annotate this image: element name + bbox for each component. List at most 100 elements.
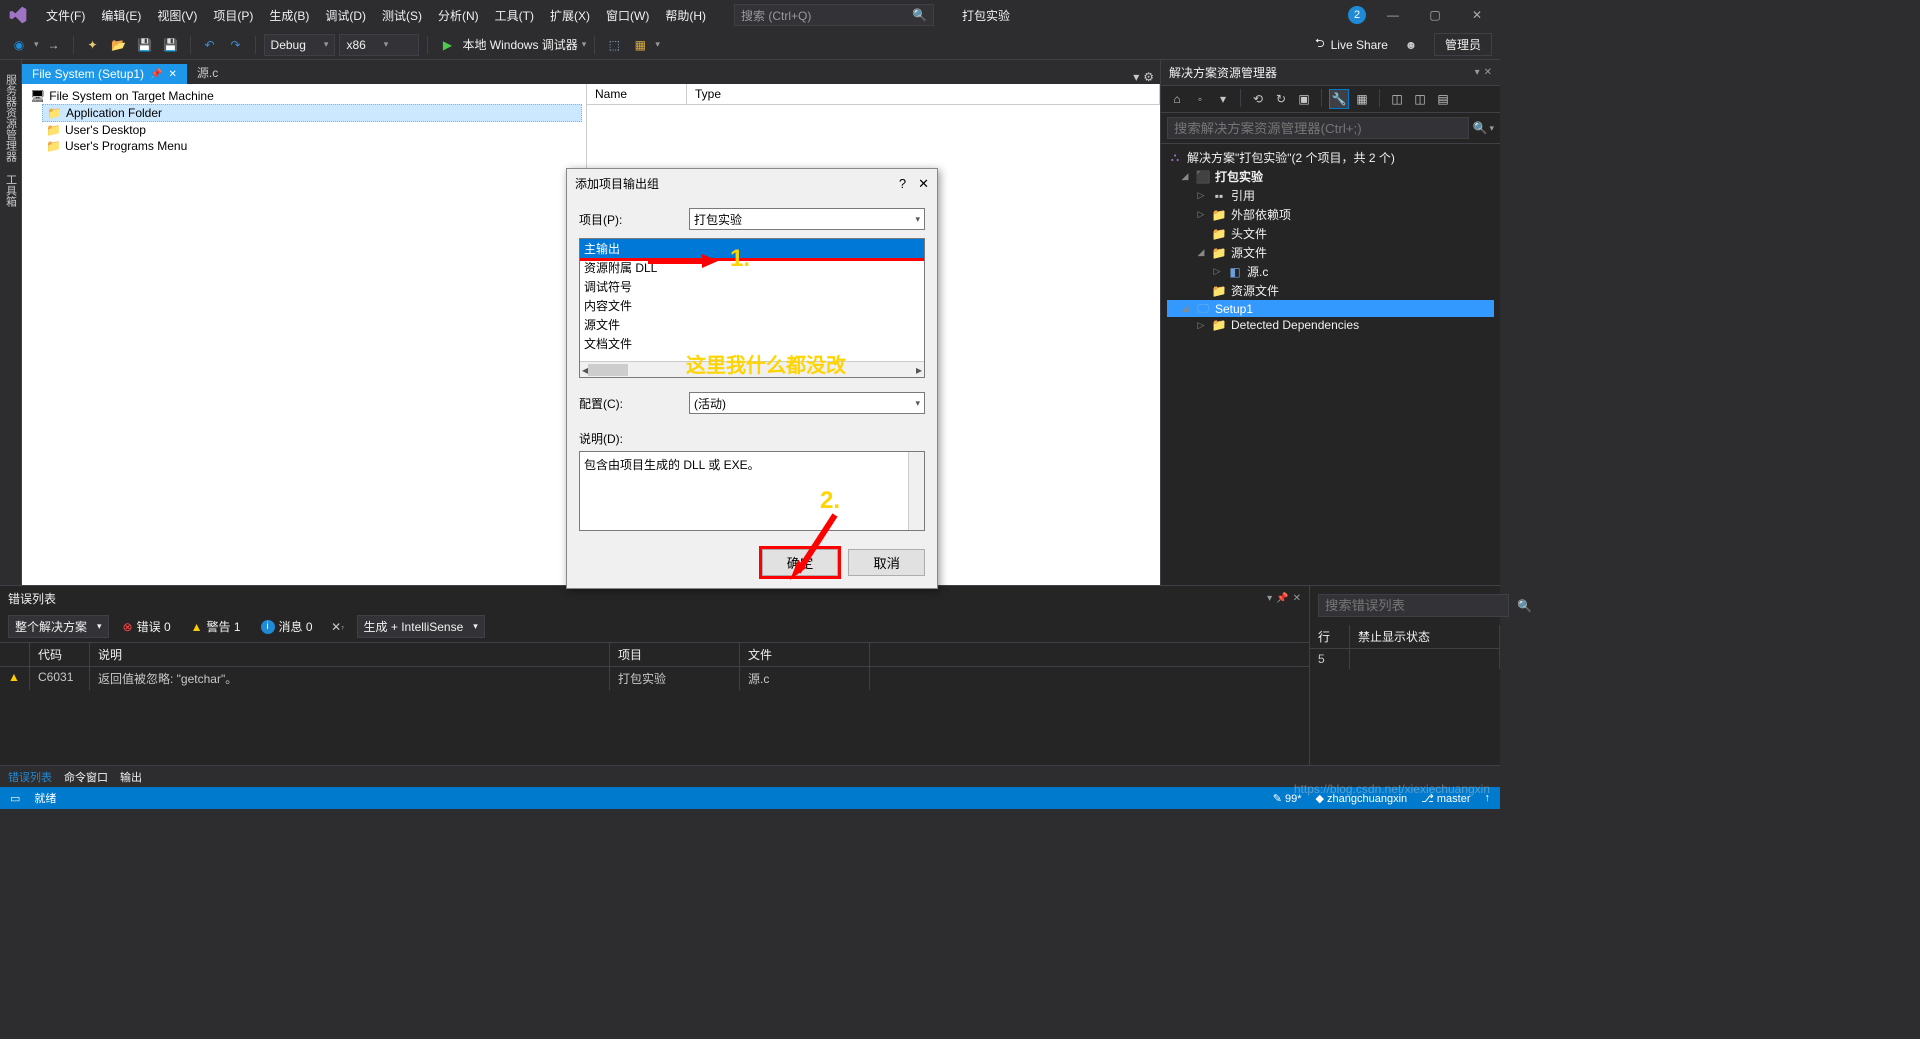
dialog-titlebar[interactable]: 添加项目输出组 ? ✕ bbox=[567, 169, 937, 198]
start-debug-icon[interactable]: ▶ bbox=[436, 34, 458, 56]
view-icon[interactable]: ▤ bbox=[1433, 89, 1453, 109]
close-tab-icon[interactable]: ✕ bbox=[169, 69, 177, 80]
open-icon[interactable]: 📂 bbox=[108, 34, 130, 56]
nav-forward-icon[interactable]: → bbox=[43, 34, 65, 56]
list-item[interactable]: 文档文件 bbox=[580, 334, 924, 353]
panel-pin-icon[interactable]: 📌 bbox=[1276, 593, 1288, 604]
menu-window[interactable]: 窗口(W) bbox=[598, 3, 657, 28]
collapse-icon[interactable]: ▣ bbox=[1294, 89, 1314, 109]
feedback-icon[interactable]: ☻ bbox=[1400, 34, 1422, 56]
show-all-icon[interactable]: ▦ bbox=[1352, 89, 1372, 109]
back-icon[interactable]: ◦ bbox=[1190, 89, 1210, 109]
tab-command-window[interactable]: 命令窗口 bbox=[64, 769, 108, 785]
fs-user-desktop[interactable]: 📁 User's Desktop bbox=[42, 122, 582, 138]
solution-tree[interactable]: ⛬解决方案"打包实验"(2 个项目，共 2 个) ◢⬛打包实验 ▷▪▪引用 ▷📁… bbox=[1161, 144, 1500, 337]
errors-filter[interactable]: ⊗错误 0 bbox=[117, 616, 177, 637]
filesystem-tree[interactable]: 🖥 File System on Target Machine 📁 Applic… bbox=[22, 84, 587, 585]
col-type[interactable]: Type bbox=[687, 84, 1160, 104]
sources-node[interactable]: ◢📁源文件 bbox=[1167, 243, 1494, 262]
col-icon[interactable] bbox=[0, 643, 30, 666]
fs-root[interactable]: 🖥 File System on Target Machine bbox=[26, 88, 582, 104]
refs-node[interactable]: ▷▪▪引用 bbox=[1167, 186, 1494, 205]
forward-icon[interactable]: ▾ bbox=[1213, 89, 1233, 109]
error-search-input[interactable] bbox=[1318, 594, 1509, 617]
experiment-button[interactable]: 打包实验 bbox=[954, 3, 1018, 28]
redo-icon[interactable]: ↷ bbox=[225, 34, 247, 56]
list-item[interactable]: 源文件 bbox=[580, 315, 924, 334]
col-name[interactable]: Name bbox=[587, 84, 687, 104]
tab-settings-icon[interactable]: ⚙ bbox=[1143, 70, 1154, 84]
menu-analyze[interactable]: 分析(N) bbox=[430, 3, 487, 28]
source-file-c[interactable]: ▷◧源.c bbox=[1167, 262, 1494, 281]
col-suppress[interactable]: 禁止显示状态 bbox=[1350, 625, 1500, 648]
solution-root[interactable]: ⛬解决方案"打包实验"(2 个项目，共 2 个) bbox=[1167, 148, 1494, 167]
resources-node[interactable]: 📁资源文件 bbox=[1167, 281, 1494, 300]
sync-icon[interactable]: ⟲ bbox=[1248, 89, 1268, 109]
save-icon[interactable]: 💾 bbox=[134, 34, 156, 56]
window-minimize-icon[interactable]: — bbox=[1378, 5, 1408, 25]
window-close-icon[interactable]: ✕ bbox=[1462, 5, 1492, 25]
quick-search-input[interactable]: 搜索 (Ctrl+Q) 🔍 bbox=[734, 4, 934, 26]
panel-dropdown-icon[interactable]: ▾ bbox=[1267, 593, 1272, 604]
pin-icon[interactable]: 📌 bbox=[150, 69, 162, 80]
build-filter-combo[interactable]: 生成 + IntelliSense bbox=[357, 615, 485, 638]
preview-icon[interactable]: ◫ bbox=[1410, 89, 1430, 109]
list-item[interactable]: 内容文件 bbox=[580, 296, 924, 315]
tab-error-list[interactable]: 错误列表 bbox=[8, 769, 52, 785]
panel-close-icon[interactable]: ✕ bbox=[1484, 67, 1492, 78]
warnings-filter[interactable]: ▲警告 1 bbox=[185, 616, 247, 637]
scope-combo[interactable]: 整个解决方案 bbox=[8, 615, 109, 638]
error-code[interactable]: C6031 bbox=[30, 667, 90, 690]
menu-edit[interactable]: 编辑(E) bbox=[93, 3, 149, 28]
menu-project[interactable]: 项目(P) bbox=[205, 3, 261, 28]
dialog-close-icon[interactable]: ✕ bbox=[918, 176, 929, 192]
menu-view[interactable]: 视图(V) bbox=[149, 3, 205, 28]
list-scrollbar[interactable]: ◂▸ bbox=[580, 361, 924, 377]
panel-close-icon[interactable]: ✕ bbox=[1293, 593, 1301, 604]
col-file[interactable]: 文件 bbox=[740, 643, 870, 666]
headers-node[interactable]: 📁头文件 bbox=[1167, 224, 1494, 243]
project-select[interactable]: 打包实验 bbox=[689, 208, 925, 230]
solution-search-input[interactable] bbox=[1167, 117, 1469, 139]
properties-icon[interactable]: 🔧 bbox=[1329, 89, 1349, 109]
tab-filesystem[interactable]: File System (Setup1) 📌 ✕ bbox=[22, 64, 187, 84]
col-line[interactable]: 行 bbox=[1310, 625, 1350, 648]
col-project[interactable]: 项目 bbox=[610, 643, 740, 666]
filter-icon[interactable]: ◫ bbox=[1387, 89, 1407, 109]
cancel-button[interactable]: 取消 bbox=[848, 549, 925, 576]
list-item[interactable]: 调试符号 bbox=[580, 277, 924, 296]
error-row[interactable]: ▲ C6031 返回值被忽略: "getchar"。 打包实验 源.c bbox=[0, 667, 1309, 690]
debug-target-label[interactable]: 本地 Windows 调试器 bbox=[462, 36, 577, 53]
menu-debug[interactable]: 调试(D) bbox=[317, 3, 374, 28]
refresh-icon[interactable]: ↻ bbox=[1271, 89, 1291, 109]
project-1[interactable]: ◢⬛打包实验 bbox=[1167, 167, 1494, 186]
output-list[interactable]: 主输出 资源附属 DLL 调试符号 内容文件 源文件 文档文件 ◂▸ bbox=[579, 238, 925, 378]
notification-badge[interactable]: 2 bbox=[1348, 6, 1366, 24]
list-item-main[interactable]: 主输出 bbox=[579, 238, 925, 261]
tab-source[interactable]: 源.c bbox=[187, 61, 228, 84]
live-share-button[interactable]: ⮌ Live Share bbox=[1315, 34, 1388, 55]
platform-combo[interactable]: x86 bbox=[339, 34, 419, 56]
fs-user-programs[interactable]: 📁 User's Programs Menu bbox=[42, 138, 582, 154]
nav-back-icon[interactable]: ◉ bbox=[8, 34, 30, 56]
ext-deps-node[interactable]: ▷📁外部依赖项 bbox=[1167, 205, 1494, 224]
menu-tools[interactable]: 工具(T) bbox=[487, 3, 542, 28]
col-desc[interactable]: 说明 bbox=[90, 643, 610, 666]
menu-test[interactable]: 测试(S) bbox=[374, 3, 430, 28]
menu-help[interactable]: 帮助(H) bbox=[657, 3, 714, 28]
menu-extensions[interactable]: 扩展(X) bbox=[542, 3, 598, 28]
save-all-icon[interactable]: 💾 bbox=[160, 34, 182, 56]
new-project-icon[interactable]: ✦ bbox=[82, 34, 104, 56]
undo-icon[interactable]: ↶ bbox=[199, 34, 221, 56]
menu-file[interactable]: 文件(F) bbox=[38, 3, 93, 28]
dialog-help-icon[interactable]: ? bbox=[899, 176, 906, 192]
tab-output[interactable]: 输出 bbox=[120, 769, 142, 785]
fs-app-folder[interactable]: 📁 Application Folder bbox=[42, 104, 582, 122]
menu-build[interactable]: 生成(B) bbox=[261, 3, 317, 28]
config-combo[interactable]: Debug bbox=[264, 34, 336, 56]
tool-icon-1[interactable]: ⬚ bbox=[603, 34, 625, 56]
detected-deps-node[interactable]: ▷📁Detected Dependencies bbox=[1167, 317, 1494, 333]
server-explorer-tab[interactable]: 服务器资源管理器 bbox=[1, 68, 21, 168]
window-maximize-icon[interactable]: ▢ bbox=[1420, 5, 1450, 25]
desc-textarea[interactable]: 包含由项目生成的 DLL 或 EXE。 bbox=[579, 451, 925, 531]
